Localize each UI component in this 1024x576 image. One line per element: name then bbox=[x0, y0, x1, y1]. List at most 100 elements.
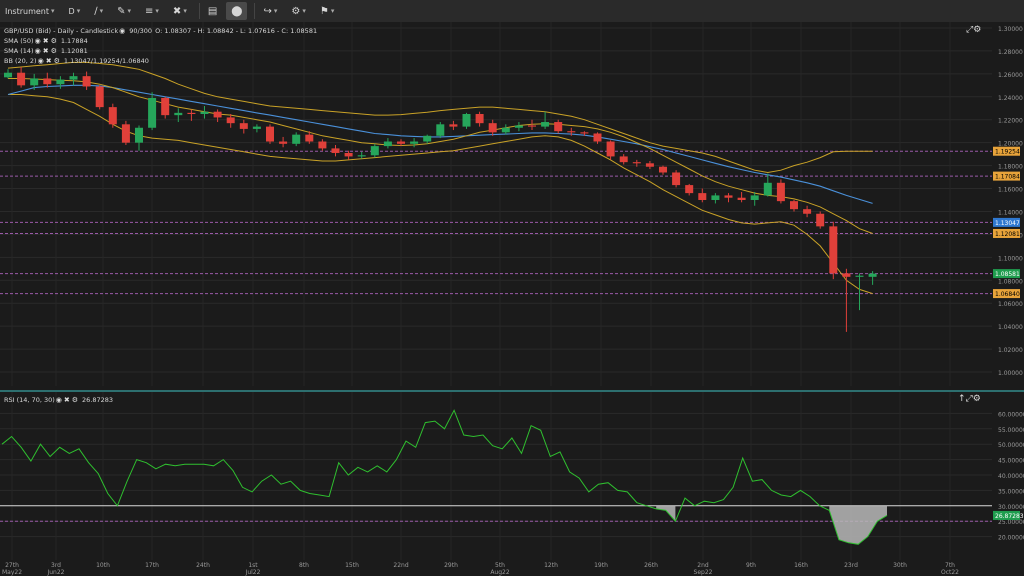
toolbar-separator bbox=[198, 3, 200, 19]
legend-rsi: RSI (14, 70, 30) ◉ ✖ ⚙ 26.87283 bbox=[4, 395, 113, 405]
rsi-legend: RSI (14, 70, 30) ◉ ✖ ⚙ 26.87283 bbox=[4, 395, 113, 405]
template-icon: ▤ bbox=[207, 5, 218, 17]
toolbar-item-8[interactable]: ↪ ▾ bbox=[258, 2, 282, 20]
gear-icon[interactable]: ⚙ bbox=[51, 36, 57, 46]
toolbar-item-2[interactable]: ∕ ▾ bbox=[89, 2, 108, 20]
candle-body bbox=[619, 156, 628, 163]
pane-controls-icon[interactable]: ↑⤢⚙ bbox=[958, 394, 981, 404]
toolbar: Instrument ▾ D ▾ ∕ ▾ ✎ ▾ ≡ ▾ ✖ ▾ ▤ ⬤ ↪ ▾ ⚙ ▾ ⚑ ▾ bbox=[0, 0, 1024, 23]
fibonacci-icon: ≡ bbox=[145, 5, 154, 17]
instrument-title: GBP/USD (Bid) - Daily - Candlestick bbox=[4, 27, 119, 35]
eye-icon[interactable]: ◉ bbox=[35, 36, 41, 46]
candle-body bbox=[121, 124, 130, 143]
y-tick-label: 1.10000 bbox=[998, 255, 1023, 262]
toolbar-item-3[interactable]: ✎ ▾ bbox=[112, 2, 136, 20]
settings-icon: ⚙ bbox=[291, 5, 301, 17]
toolbar-item-5[interactable]: ✖ ▾ bbox=[168, 2, 192, 20]
price-label-text: 1.12081 bbox=[995, 231, 1020, 238]
toolbar-item-4[interactable]: ≡ ▾ bbox=[140, 2, 164, 20]
x-tick-label: 1st bbox=[248, 562, 258, 569]
candle-body bbox=[357, 155, 366, 157]
y-tick-label: 1.08000 bbox=[998, 278, 1023, 285]
candle-body bbox=[161, 97, 170, 116]
gear-icon[interactable]: ⚙ bbox=[72, 395, 78, 405]
x-tick-sublabel: Jun22 bbox=[46, 569, 64, 576]
candle-body bbox=[266, 126, 274, 142]
close-icon[interactable]: ✖ bbox=[64, 395, 70, 405]
toolbar-item-6[interactable]: ▤ bbox=[203, 2, 222, 20]
candle-body bbox=[331, 148, 340, 153]
eye-icon[interactable]: ◉ bbox=[119, 26, 125, 36]
pencil-icon: ✎ bbox=[117, 5, 126, 17]
gear-icon[interactable]: ⚙ bbox=[51, 46, 57, 56]
candle-body bbox=[370, 146, 379, 156]
share-icon: ↪ bbox=[263, 5, 272, 17]
candle-body bbox=[488, 123, 497, 133]
chevron-down-icon: ▾ bbox=[51, 7, 55, 15]
rsi-y-tick-label: 45.00000 bbox=[998, 458, 1024, 465]
close-icon[interactable]: ✖ bbox=[43, 46, 49, 56]
candle-body bbox=[279, 141, 288, 144]
price-label-text: 1.19254 bbox=[995, 149, 1020, 156]
rsi-background bbox=[0, 392, 1024, 560]
candle-body bbox=[82, 76, 91, 87]
maximize-icon[interactable]: ⤢⚙ bbox=[966, 25, 981, 35]
toolbar-item-9[interactable]: ⚙ ▾ bbox=[286, 2, 310, 20]
candle-body bbox=[501, 127, 510, 133]
candle-body bbox=[436, 124, 445, 136]
delete-icon: ✖ bbox=[172, 5, 182, 17]
eye-icon[interactable]: ◉ bbox=[38, 56, 44, 66]
candle-body bbox=[475, 114, 484, 124]
plot-background bbox=[0, 22, 1024, 390]
candle-body bbox=[383, 141, 392, 147]
price-label-text: 1.13047 bbox=[995, 220, 1020, 227]
candle-body bbox=[318, 141, 327, 149]
y-tick-label: 1.18000 bbox=[998, 164, 1023, 171]
candle-body bbox=[632, 162, 641, 164]
candle-body bbox=[711, 195, 720, 200]
close-icon[interactable]: ✖ bbox=[43, 36, 49, 46]
y-tick-label: 1.20000 bbox=[998, 141, 1023, 148]
legend-bb: BB (20, 2) ◉ ✖ ⚙ 1.13047/1.19254/1.06840 bbox=[4, 56, 317, 66]
chevron-down-icon: ▾ bbox=[330, 7, 335, 15]
bb-label: BB (20, 2) bbox=[4, 57, 37, 65]
candle-body bbox=[423, 135, 432, 142]
price-chart[interactable]: 1.30000 1.28000 1.26000 1.24000 1.22000 1.200… bbox=[0, 22, 1024, 390]
eye-icon[interactable]: ◉ bbox=[56, 395, 62, 405]
x-tick-label: 29th bbox=[444, 562, 458, 569]
x-tick-label: 12th bbox=[544, 562, 558, 569]
main-legend: GBP/USD (Bid) - Daily - Candlestick ◉ 90… bbox=[4, 26, 317, 66]
x-tick-sublabel: Sep22 bbox=[694, 569, 713, 576]
eye-icon[interactable]: ◉ bbox=[35, 46, 41, 56]
rsi-label: RSI (14, 70, 30) bbox=[4, 396, 55, 404]
y-tick-label: 1.16000 bbox=[998, 187, 1023, 194]
x-tick-label: 2nd bbox=[697, 562, 709, 569]
candle-body bbox=[514, 125, 523, 128]
x-tick-sublabel: Oct22 bbox=[941, 569, 959, 576]
toolbar-item-1[interactable]: D ▾ bbox=[64, 2, 86, 20]
candle-body bbox=[226, 117, 235, 124]
candle-body bbox=[135, 127, 143, 143]
sma14-label: SMA (14) bbox=[4, 47, 34, 55]
candle-body bbox=[108, 107, 117, 125]
x-tick-sublabel: Aug22 bbox=[490, 569, 510, 576]
toolbar-item-0[interactable]: Instrument ▾ bbox=[0, 2, 60, 20]
rsi-y-tick-label: 50.00000 bbox=[998, 442, 1024, 449]
chevron-down-icon: ▾ bbox=[99, 7, 104, 15]
candle-body bbox=[750, 195, 759, 200]
gear-icon[interactable]: ⚙ bbox=[54, 56, 60, 66]
x-tick-label: 15th bbox=[345, 562, 359, 569]
close-icon[interactable]: ✖ bbox=[46, 56, 52, 66]
candle-body bbox=[763, 182, 772, 196]
candle-body bbox=[776, 182, 785, 202]
toolbar-item-10[interactable]: ⚑ ▾ bbox=[315, 2, 339, 20]
toolbar-item-7[interactable]: ⬤ bbox=[226, 2, 248, 20]
candle-body bbox=[95, 86, 104, 108]
y-tick-label: 1.30000 bbox=[998, 26, 1023, 33]
rsi-chart[interactable]: 60.00000 55.00000 50.00000 45.00000 40.00000… bbox=[0, 392, 1024, 560]
x-tick-label: 3rd bbox=[51, 562, 61, 569]
candle-body bbox=[239, 123, 248, 129]
candle-body bbox=[803, 209, 812, 214]
candle-body bbox=[528, 125, 536, 127]
candle-body bbox=[842, 273, 851, 277]
